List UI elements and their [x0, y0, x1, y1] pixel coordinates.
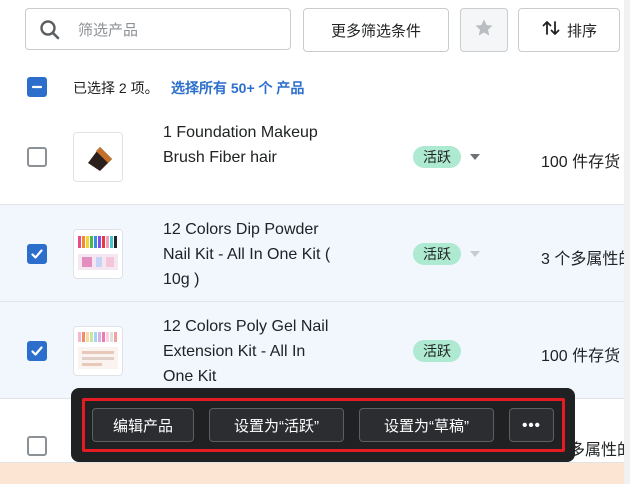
inventory-text: 多属性的: [569, 442, 630, 459]
filter-toolbar: 更多筛选条件 排序: [0, 0, 630, 66]
row-checkbox[interactable]: [27, 147, 47, 167]
search-input[interactable]: [76, 19, 280, 41]
selection-bar: 已选择 2 项。 选择所有 50+ 个 产品: [0, 66, 630, 109]
chevron-down-icon[interactable]: [470, 154, 480, 160]
product-thumbnail: [73, 229, 123, 279]
select-all-link[interactable]: 选择所有 50+ 个 产品: [171, 78, 304, 98]
product-thumbnail: [73, 132, 123, 182]
row-checkbox[interactable]: [27, 341, 47, 361]
inventory-text: 100 件存货: [541, 154, 621, 171]
product-row[interactable]: 12 Colors Dip Powder Nail Kit - All In O…: [0, 205, 630, 302]
products-index: 更多筛选条件 排序 已选择 2 项。 选择所有 50+ 个 产品 1 Found…: [0, 0, 630, 484]
chevron-down-icon[interactable]: [470, 251, 480, 257]
product-name[interactable]: 12 Colors Poly Gel Nail Extension Kit - …: [163, 314, 338, 389]
product-row[interactable]: 12 Colors Poly Gel Nail Extension Kit - …: [0, 302, 630, 399]
more-filters-label: 更多筛选条件: [330, 22, 421, 40]
page-footer-strip: [0, 463, 630, 484]
row-checkbox[interactable]: [27, 244, 47, 264]
sort-arrows-icon: [541, 18, 561, 42]
status-badge[interactable]: 活跃: [413, 146, 461, 168]
selected-count-text: 已选择 2 项。: [73, 80, 159, 96]
select-all-checkbox[interactable]: [27, 77, 47, 97]
scrollbar[interactable]: [624, 0, 630, 484]
product-row[interactable]: 1 Foundation Makeup Brush Fiber hair 活跃 …: [0, 108, 630, 205]
inventory-text: 100 件存货: [541, 348, 621, 365]
product-thumbnail: [73, 326, 123, 376]
star-icon: [474, 18, 494, 42]
sort-label: 排序: [566, 22, 597, 40]
inventory-text: 3 个多属性的: [541, 251, 630, 268]
sort-button[interactable]: 排序: [518, 8, 620, 52]
more-filters-button[interactable]: 更多筛选条件: [303, 8, 449, 52]
highlight-outline: [82, 398, 565, 452]
product-name[interactable]: 1 Foundation Makeup Brush Fiber hair: [163, 120, 338, 170]
row-checkbox[interactable]: [27, 436, 47, 456]
product-name[interactable]: 12 Colors Dip Powder Nail Kit - All In O…: [163, 217, 338, 292]
search-icon: [38, 18, 62, 42]
saved-search-star-button[interactable]: [460, 8, 508, 52]
status-badge[interactable]: 活跃: [413, 340, 461, 362]
search-field[interactable]: [25, 8, 291, 50]
status-badge[interactable]: 活跃: [413, 243, 461, 265]
